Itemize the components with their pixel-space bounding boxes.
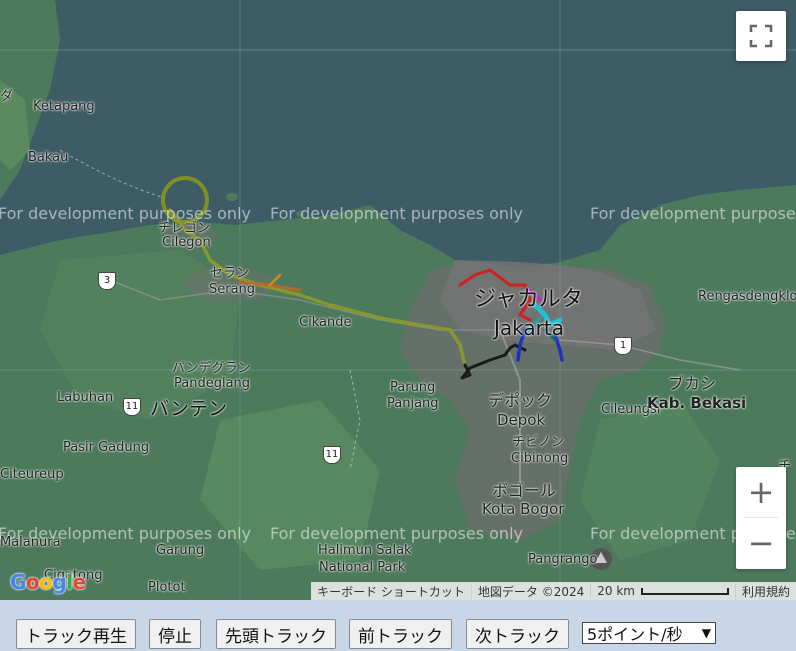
keyboard-shortcuts-link[interactable]: キーボード ショートカット (311, 583, 471, 600)
scale-indicator[interactable]: 20 km (590, 584, 735, 598)
fullscreen-icon (749, 24, 773, 48)
speed-select[interactable]: 5ポイント/秒 ▼ (582, 622, 716, 644)
place-label: Labuhan (57, 390, 114, 405)
route-shield: 11 (323, 446, 341, 464)
place-label: Pasir Gadung (63, 440, 150, 455)
place-label: Garung (156, 543, 205, 558)
google-logo[interactable]: Google (10, 570, 86, 594)
dev-watermark: For development purposes only (590, 204, 796, 223)
track-controls: トラック再生 停止 先頭トラック 前トラック 次トラック 5ポイント/秒 ▼ (0, 600, 796, 651)
place-label: Cikande (299, 315, 352, 330)
first-track-button[interactable]: 先頭トラック (216, 619, 336, 649)
map-attribution: キーボード ショートカット 地図データ ©2024 20 km 利用規約 (311, 582, 796, 600)
place-label: Halimun Salak (318, 543, 412, 558)
place-label: パンデグラン (172, 361, 251, 376)
logo-letter: o (39, 570, 53, 594)
place-label: Cilegon (162, 235, 211, 250)
zoom-out-button[interactable]: − (736, 518, 786, 568)
place-label: Cibinong (511, 451, 569, 466)
dev-watermark: For development purposes only (270, 524, 523, 543)
play-track-button[interactable]: トラック再生 (16, 619, 136, 649)
zoom-in-button[interactable]: + (736, 467, 786, 517)
city-label: ブカシ (668, 374, 717, 393)
place-label: Citeureup (0, 467, 64, 482)
place-label: Ketapang (33, 99, 95, 114)
route-shield: 11 (123, 398, 141, 416)
place-label: ダ (0, 89, 14, 104)
city-label: Kota Bogor (482, 500, 565, 518)
city-label: Kab. Bekasi (647, 394, 747, 412)
place-label: Rengasdengklok (698, 289, 796, 304)
region-label: バンテン (150, 398, 227, 420)
scale-bar (640, 588, 729, 595)
next-track-button[interactable]: 次トラック (466, 619, 569, 649)
dev-watermark: For development purposes only (270, 204, 523, 223)
city-label: Depok (497, 411, 546, 429)
place-label: チレゴン (158, 221, 211, 236)
zoom-control: + − (736, 467, 786, 569)
place-label: セラン (210, 266, 250, 281)
place-label: Pandeglang (174, 376, 251, 391)
place-label: National Park (319, 560, 406, 575)
route-shield: 1 (614, 337, 632, 355)
scale-label: 20 km (597, 584, 635, 598)
stop-button[interactable]: 停止 (149, 619, 201, 649)
previous-track-button[interactable]: 前トラック (349, 619, 452, 649)
map-view[interactable]: For development purposes only For develo… (0, 0, 796, 600)
place-label: Malanura (0, 535, 61, 550)
city-label: ボゴール (492, 481, 557, 500)
chevron-down-icon: ▼ (701, 626, 711, 640)
map-data-credit: 地図データ ©2024 (470, 582, 590, 600)
city-label: ジャカルタ (474, 287, 583, 312)
route-shield: 3 (98, 272, 116, 290)
place-label: Plotot (148, 580, 186, 595)
speed-value: 5ポイント/秒 (587, 625, 683, 644)
fullscreen-button[interactable] (736, 11, 786, 61)
dev-watermark: For development purposes only (0, 204, 251, 223)
logo-letter: o (25, 570, 40, 594)
place-label: チビノン (512, 435, 565, 450)
place-label: Parung (390, 380, 436, 395)
place-label: Bakau (28, 150, 69, 165)
map-base (0, 0, 796, 600)
logo-letter: e (72, 570, 87, 594)
logo-letter: g (52, 570, 67, 594)
logo-letter: G (10, 570, 26, 594)
place-label: Panjang (387, 396, 439, 411)
city-label: デポック (488, 391, 553, 410)
city-label: Jakarta (494, 316, 564, 340)
place-label: Serang (209, 282, 256, 297)
place-label: Pangrango (528, 552, 598, 567)
terms-link[interactable]: 利用規約 (734, 582, 796, 600)
